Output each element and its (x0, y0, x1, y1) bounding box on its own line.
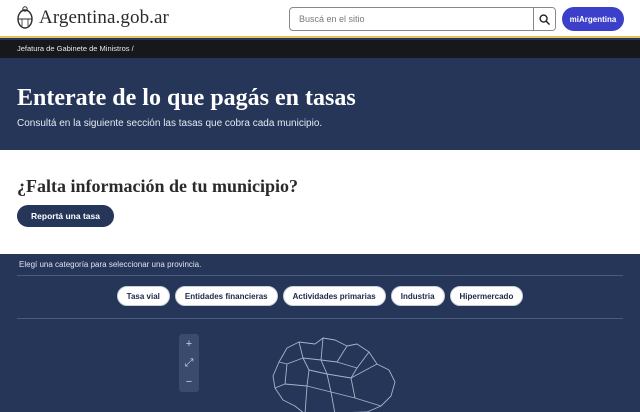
page-subtitle: Consultá en la siguiente sección las tas… (17, 118, 323, 129)
map-province-shape (284, 357, 310, 387)
category-chip-industria[interactable]: Industria (390, 286, 445, 306)
search-box (289, 7, 556, 31)
top-header: Argentina.gob.ar miArgentina (0, 0, 640, 38)
map-province-shape (330, 377, 356, 399)
mi-argentina-button[interactable]: miArgentina (562, 7, 624, 31)
zoom-out-button[interactable]: − (179, 375, 199, 389)
hero-banner: Enterate de lo que pagás en tasas Consul… (0, 58, 640, 150)
search-input[interactable] (290, 8, 533, 30)
province-map[interactable] (265, 334, 405, 412)
breadcrumb[interactable]: Jefatura de Gabinete de Ministros / (0, 40, 640, 58)
map-province-shape (306, 373, 332, 393)
coat-of-arms-icon (17, 6, 33, 29)
map-province-shape (304, 385, 308, 412)
category-section: Elegí una categoría para seleccionar una… (0, 254, 640, 412)
map-province-shape (308, 359, 328, 375)
category-chip-hipermercado[interactable]: Hipermercado (449, 286, 524, 306)
site-name: Argentina.gob.ar (39, 7, 169, 28)
zoom-in-button[interactable]: + (179, 337, 199, 351)
divider (17, 318, 623, 319)
map-zoom-controls: + ⤢ − (179, 334, 199, 392)
map-province-shape (278, 341, 304, 365)
site-logo[interactable]: Argentina.gob.ar (16, 6, 169, 30)
divider (17, 275, 623, 276)
map-province-shape (330, 391, 336, 412)
category-chip-tasa-vial[interactable]: Tasa vial (116, 286, 170, 306)
map-province-shape (354, 397, 382, 407)
report-title: ¿Falta información de tu municipio? (17, 176, 299, 196)
report-tax-button[interactable]: Reportá una tasa (17, 205, 114, 227)
category-chip-actividades-primarias[interactable]: Actividades primarias (282, 286, 386, 306)
search-button[interactable] (533, 8, 555, 30)
map-province-shape (320, 345, 348, 363)
fullscreen-button[interactable]: ⤢ (179, 356, 199, 370)
search-icon (539, 13, 550, 25)
category-chip-entidades-financieras[interactable]: Entidades financieras (174, 286, 278, 306)
page-title: Enterate de lo que pagás en tasas (17, 85, 356, 111)
category-hint: Elegí una categoría para seleccionar una… (19, 260, 202, 269)
category-chips: Tasa vial Entidades financieras Activida… (0, 286, 640, 306)
report-section: ¿Falta información de tu municipio? Repo… (0, 150, 640, 254)
map-province-shape (302, 337, 324, 361)
map-province-shape (326, 367, 358, 379)
